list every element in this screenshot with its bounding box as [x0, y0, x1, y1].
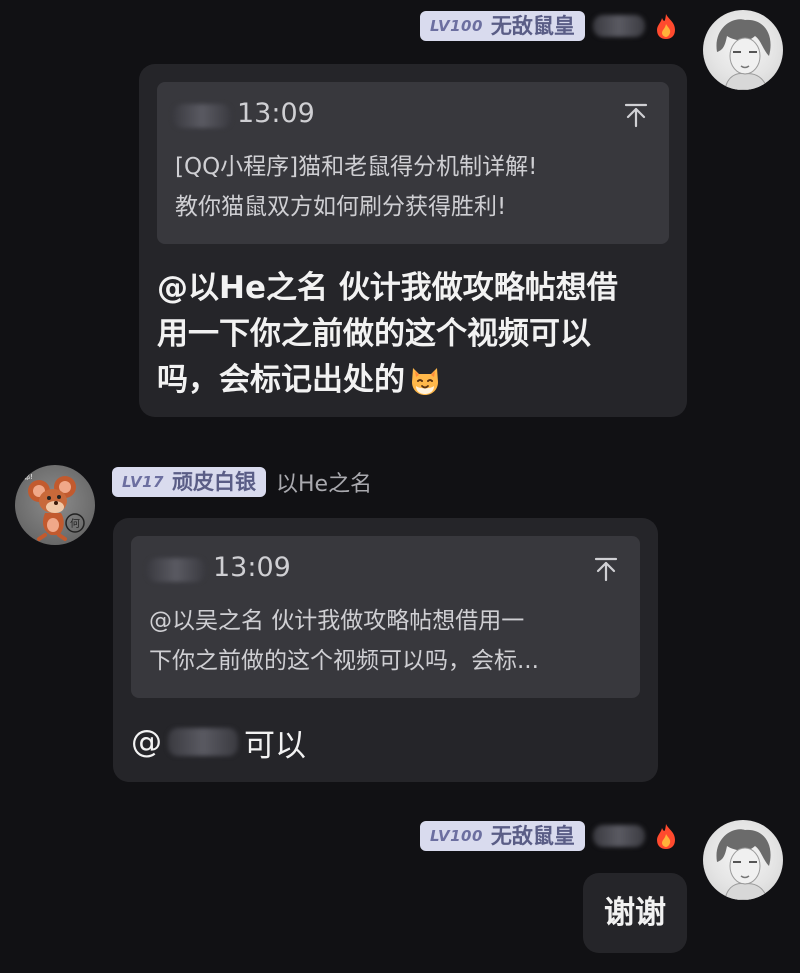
svg-text:何: 何: [70, 517, 80, 530]
quoted-message[interactable]: 13:09 @以吴之名 伙计我做攻略帖想借用一 下你之前做的这个视频可以吗，会标…: [131, 536, 640, 698]
quote-text-line-1: @以吴之名 伙计我做攻略帖想借用一: [149, 608, 525, 634]
message-bubble[interactable]: 谢谢: [583, 873, 687, 953]
blurred-quote-author: [147, 558, 205, 582]
quote-text-line-2: 下你之前做的这个视频可以吗，会标...: [149, 648, 539, 674]
level-label: LV100: [430, 827, 483, 845]
level-badge: LV17 顽皮白银: [112, 467, 266, 497]
message-text-line-1: @以He之名 伙计我做攻略帖想借: [157, 270, 618, 306]
level-badge: LV100 无敌鼠皇: [420, 821, 585, 851]
quote-time: 13:09: [213, 552, 291, 583]
sender-name: 无敌鼠皇: [490, 824, 575, 848]
svg-text:耶!: 耶!: [23, 473, 33, 481]
level-label: LV17: [122, 473, 164, 491]
message-text-line-1: @ 可以: [131, 718, 306, 766]
blurred-name: [592, 15, 645, 37]
sender-header: LV100 无敌鼠皇: [420, 10, 679, 42]
fire-icon: [653, 12, 679, 40]
blurred-mention-name: [168, 728, 238, 756]
message-text: 谢谢: [604, 895, 666, 931]
message-text: 吗，会标记出处的: [157, 362, 405, 398]
message-text-line-3: 吗，会标记出处的: [157, 356, 443, 404]
level-label: LV100: [430, 17, 483, 35]
arrow-up-to-top-icon[interactable]: [593, 556, 619, 582]
sender-name: 无敌鼠皇: [490, 14, 575, 38]
avatar[interactable]: 何 耶!: [15, 465, 95, 545]
message-text: 可以: [244, 727, 306, 764]
blurred-name: [592, 825, 645, 847]
fire-icon: [653, 822, 679, 850]
blurred-quote-author: [173, 104, 231, 128]
sender-header: LV100 无敌鼠皇: [420, 820, 679, 852]
sender-nickname: 以He之名: [275, 472, 373, 497]
quote-text-line-1: [QQ小程序]猫和老鼠得分机制详解!: [175, 154, 538, 180]
quoted-message[interactable]: 13:09 [QQ小程序]猫和老鼠得分机制详解! 教你猫鼠双方如何刷分获得胜利!: [157, 82, 669, 244]
quote-time: 13:09: [237, 98, 315, 129]
message-bubble[interactable]: 13:09 [QQ小程序]猫和老鼠得分机制详解! 教你猫鼠双方如何刷分获得胜利!…: [139, 64, 687, 417]
message-text-line-2: 用一下你之前做的这个视频可以: [157, 316, 591, 352]
avatar[interactable]: [703, 10, 783, 90]
mention-at: @: [131, 724, 162, 760]
level-badge: LV100 无敌鼠皇: [420, 11, 585, 41]
message-bubble[interactable]: 13:09 @以吴之名 伙计我做攻略帖想借用一 下你之前做的这个视频可以吗，会标…: [113, 518, 658, 782]
avatar[interactable]: [703, 820, 783, 900]
sender-name: 顽皮白银: [171, 470, 256, 494]
arrow-up-to-top-icon[interactable]: [623, 102, 649, 128]
cat-face-emoji: [407, 362, 443, 398]
sender-header: LV17 顽皮白银 以He之名: [112, 466, 372, 498]
quote-text-line-2: 教你猫鼠双方如何刷分获得胜利!: [175, 194, 507, 220]
